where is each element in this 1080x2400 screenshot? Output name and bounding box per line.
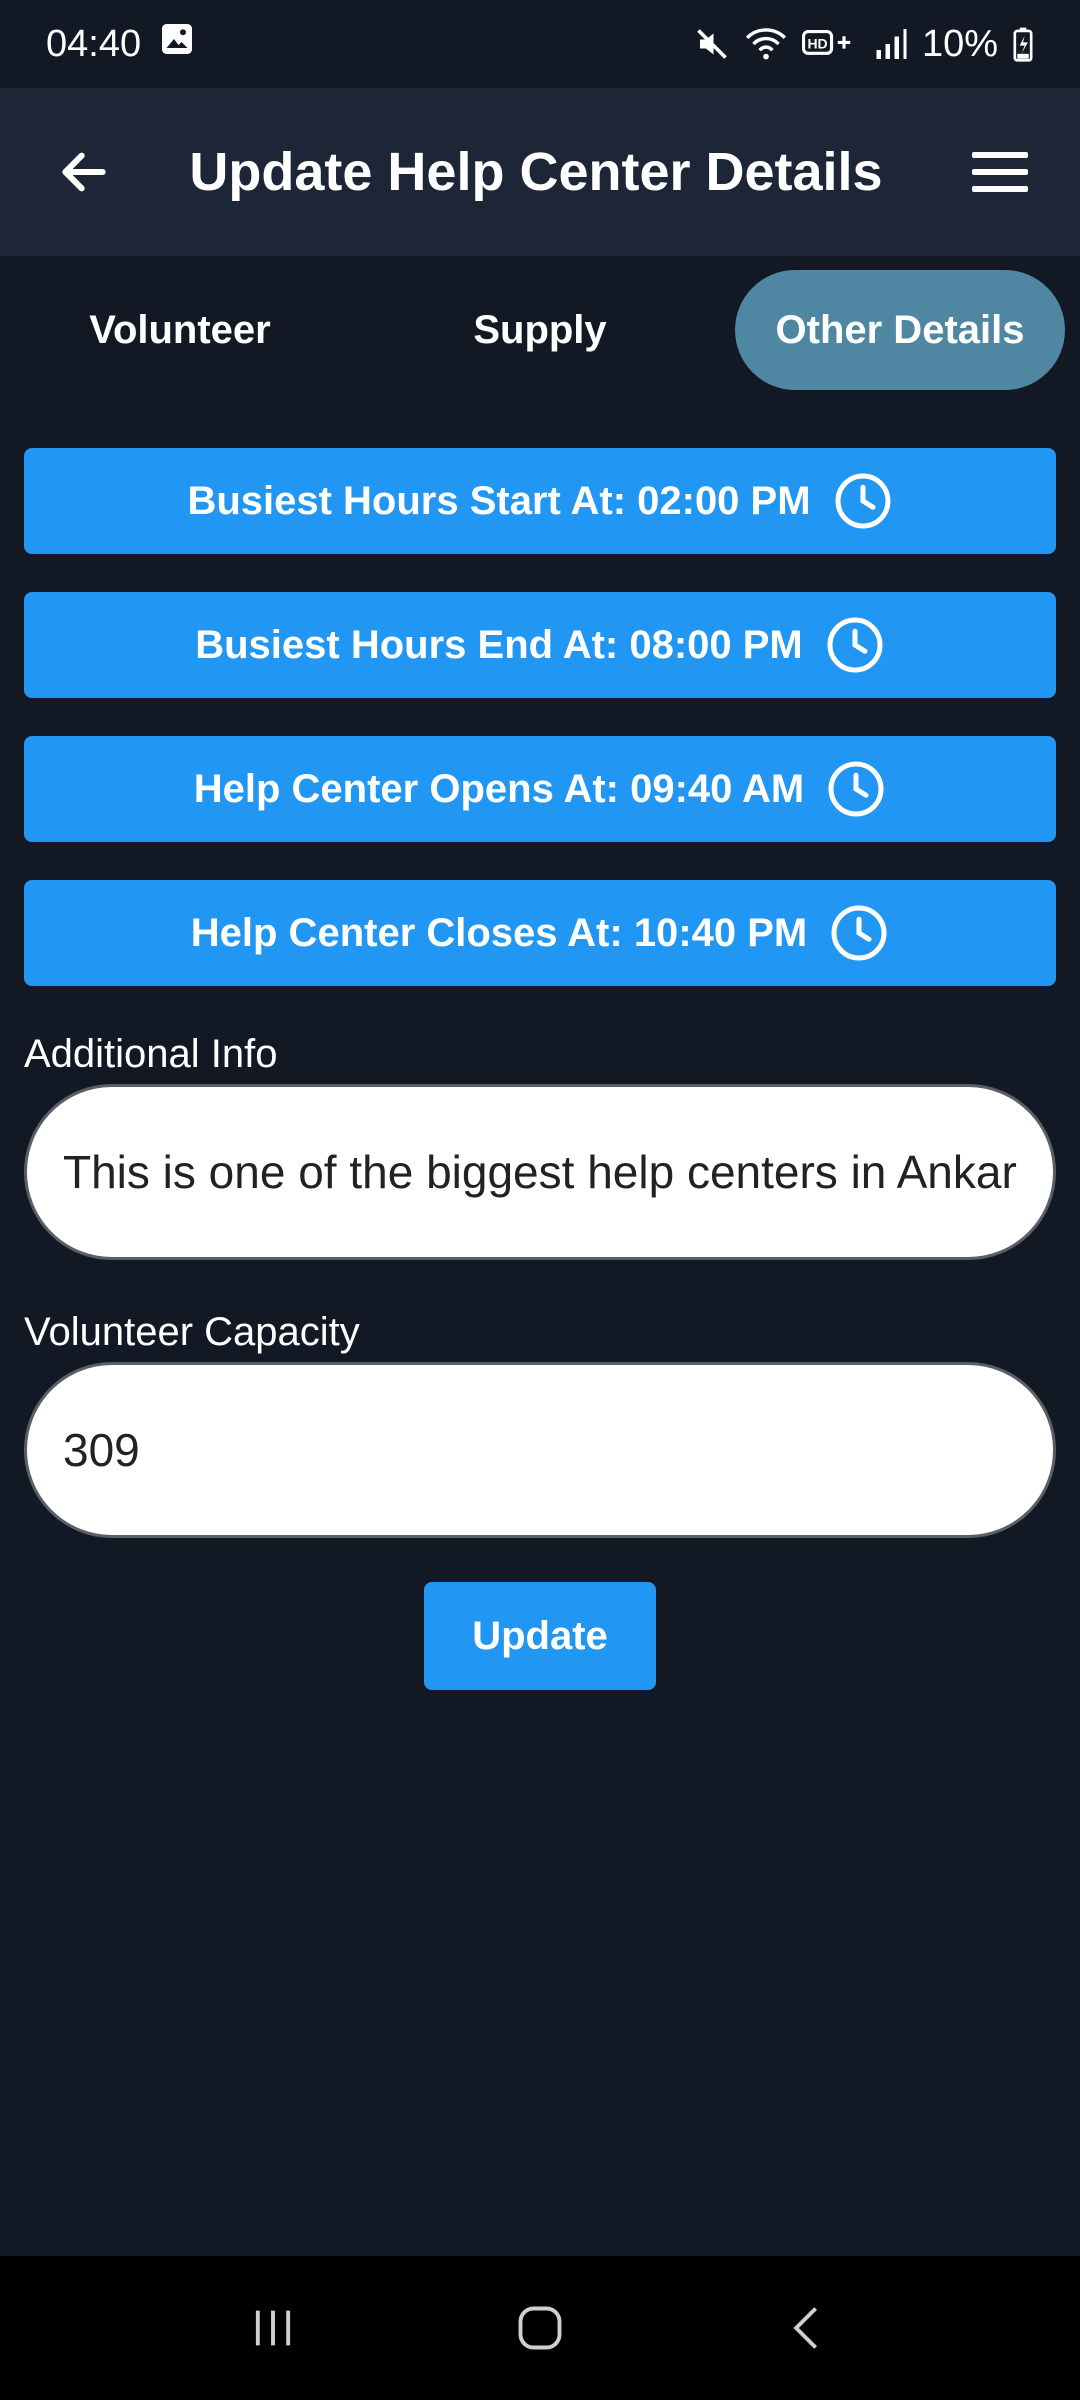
- menu-button[interactable]: [960, 136, 1040, 208]
- back-nav-button[interactable]: [747, 2268, 867, 2388]
- clock-icon: [828, 761, 884, 817]
- home-icon: [518, 2306, 562, 2350]
- volunteer-capacity-label: Volunteer Capacity: [24, 1310, 360, 1354]
- wifi-icon: [744, 26, 788, 62]
- hamburger-menu-icon: [972, 152, 1028, 192]
- battery-text: 10%: [921, 22, 998, 65]
- tab-bar: Volunteer Supply Other Details: [0, 270, 1080, 390]
- home-button[interactable]: [480, 2268, 600, 2388]
- page-title: Update Help Center Details: [189, 142, 883, 202]
- tab-other-details[interactable]: Other Details: [735, 270, 1065, 390]
- busiest-hours-end-button[interactable]: Busiest Hours End At: 08:00 PM: [24, 592, 1056, 698]
- battery-charging-icon: [1012, 26, 1034, 62]
- additional-info-input[interactable]: [24, 1084, 1056, 1260]
- recent-apps-button[interactable]: [213, 2268, 333, 2388]
- tab-supply[interactable]: Supply: [390, 270, 690, 390]
- tab-volunteer[interactable]: Volunteer: [30, 270, 330, 390]
- svg-text:HD: HD: [807, 36, 827, 52]
- help-center-closes-label: Help Center Closes At: 10:40 PM: [190, 910, 808, 955]
- recent-apps-icon: [256, 2310, 291, 2346]
- help-center-opens-label: Help Center Opens At: 09:40 AM: [193, 766, 805, 811]
- status-time: 04:40: [46, 22, 142, 65]
- signal-icon: [872, 26, 908, 62]
- clock-icon: [827, 617, 883, 673]
- gallery-icon: [159, 21, 195, 67]
- back-chevron-icon: [793, 2307, 817, 2349]
- busiest-hours-end-label: Busiest Hours End At: 08:00 PM: [195, 622, 803, 667]
- hd-voice-icon: HD: [801, 26, 858, 62]
- app-bar: Update Help Center Details: [0, 88, 1080, 256]
- busiest-hours-start-button[interactable]: Busiest Hours Start At: 02:00 PM: [24, 448, 1056, 554]
- volunteer-capacity-input[interactable]: [24, 1362, 1056, 1538]
- help-center-closes-button[interactable]: Help Center Closes At: 10:40 PM: [24, 880, 1056, 986]
- update-button[interactable]: Update: [424, 1582, 656, 1690]
- help-center-opens-button[interactable]: Help Center Opens At: 09:40 AM: [24, 736, 1056, 842]
- clock-icon: [835, 473, 891, 529]
- screen: 04:40 HD 10% Update Help Center Details …: [0, 0, 1080, 2400]
- mute-icon: [694, 26, 730, 62]
- status-bar: 04:40 HD 10%: [0, 0, 1080, 88]
- clock-icon: [831, 905, 887, 961]
- busiest-hours-start-label: Busiest Hours Start At: 02:00 PM: [187, 478, 811, 523]
- system-nav-bar: [0, 2256, 1080, 2400]
- additional-info-label: Additional Info: [24, 1032, 278, 1076]
